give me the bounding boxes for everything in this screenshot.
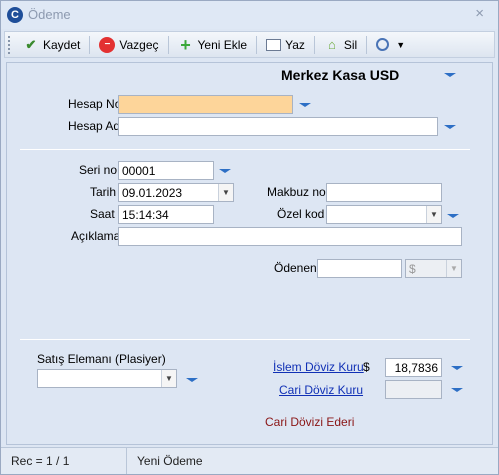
tarih-input[interactable] [118,183,234,202]
delete-button[interactable]: ⌂ Sil [317,33,364,56]
section-divider [20,149,470,150]
chevron-down-icon: ▼ [396,39,406,50]
satis-elemani-input[interactable] [37,369,177,388]
satis-elemani-lookup-icon[interactable] [185,373,199,385]
currency-dropdown-icon[interactable]: ▼ [446,260,461,277]
printer-icon [266,38,282,51]
islem-doviz-kuru-input[interactable] [385,358,442,377]
makbuz-no-label: Makbuz no [267,185,326,199]
makbuz-no-input[interactable] [326,183,442,202]
options-menu-button[interactable]: ▼ [369,33,412,56]
add-new-button[interactable]: + Yeni Ekle [171,33,255,56]
plus-icon: + [180,34,191,55]
islem-doviz-lookup-icon[interactable] [450,361,464,373]
ozel-kod-input[interactable] [326,205,442,224]
hesap-no-label: Hesap No [68,97,122,111]
eraser-icon: ⌂ [327,37,336,52]
cari-doviz-kuru-input[interactable] [385,380,442,399]
seri-no-input[interactable] [118,161,214,180]
aciklama-input[interactable] [118,227,462,246]
odenen-input[interactable] [317,259,402,278]
record-counter: Rec = 1 / 1 [1,448,127,474]
heading-expand-icon[interactable] [443,68,457,80]
toolbar-separator [313,35,315,54]
ozel-kod-lookup-icon[interactable] [446,209,460,221]
toolbar-separator [89,35,91,54]
hesap-adi-label: Hesap Adı [68,119,124,133]
tarih-dropdown-icon[interactable]: ▼ [218,184,233,201]
ozel-kod-dropdown-icon[interactable]: ▼ [426,206,441,223]
title-bar: C Ödeme × [1,1,498,29]
hesap-adi-lookup-icon[interactable] [443,120,457,132]
toolbar-grip-icon[interactable] [8,35,16,54]
cancel-button[interactable]: − Vazgeç [92,33,165,56]
cancel-icon: − [99,36,116,53]
saat-label: Saat [90,207,115,221]
page-title: Merkez Kasa USD [281,67,400,83]
cari-doviz-kuru-link[interactable]: Cari Döviz Kuru [279,383,363,397]
app-logo-icon: C [7,7,23,23]
delete-button-label: Sil [343,37,358,52]
hesap-no-lookup-icon[interactable] [298,98,312,110]
add-new-button-label: Yeni Ekle [197,37,248,52]
save-button[interactable]: ✔ Kaydet [16,33,87,56]
satis-elemani-dropdown-icon[interactable]: ▼ [161,370,176,387]
section-divider [20,339,470,340]
aciklama-label: Açıklama [71,229,121,243]
save-button-label: Kaydet [43,37,81,52]
print-button-label: Yaz [285,37,305,52]
tarih-label: Tarih [90,185,117,199]
cancel-button-label: Vazgeç [119,37,159,52]
toolbar-separator [256,35,258,54]
status-bar: Rec = 1 / 1 Yeni Ödeme [1,447,498,474]
close-icon[interactable]: × [475,5,484,22]
window-title: Ödeme [28,7,71,22]
options-icon [376,38,390,51]
seri-no-label: Seri no [79,163,118,177]
print-button[interactable]: Yaz [259,33,312,56]
toolbar-separator [167,35,169,54]
ozel-kod-label: Özel kod [277,207,325,221]
hesap-no-input[interactable] [118,95,293,114]
currency-symbol: $ [363,360,370,374]
cari-doviz-lookup-icon[interactable] [450,383,464,395]
toolbar-separator [366,35,368,54]
odenen-label: Ödenen [274,261,317,275]
hesap-adi-input[interactable] [118,117,438,136]
toolbar: ✔ Kaydet − Vazgeç + Yeni Ekle Yaz ⌂ Sil … [4,31,495,58]
payment-window: C Ödeme × ✔ Kaydet − Vazgeç + Yeni Ekle … [0,0,499,475]
islem-doviz-kuru-link[interactable]: İslem Döviz Kuru [273,360,364,374]
seri-no-lookup-icon[interactable] [218,164,232,176]
status-mode: Yeni Ödeme [137,454,203,468]
cari-dovizi-ederi-text: Cari Dövizi Ederi [265,415,355,429]
satis-elemani-label: Satış Elemanı (Plasiyer) [37,352,166,366]
saat-input[interactable] [118,205,214,224]
checkmark-icon: ✔ [25,37,37,52]
